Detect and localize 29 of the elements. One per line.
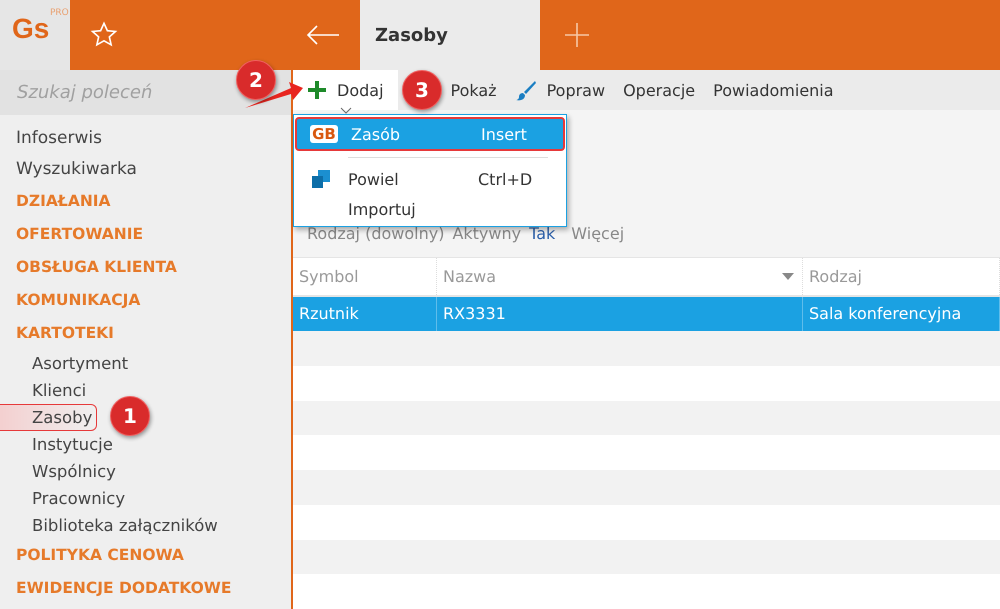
tab[interactable]: Zasoby: [360, 0, 540, 70]
plus-icon: [307, 80, 327, 100]
sidebar-item[interactable]: Instytucje: [0, 431, 113, 458]
filter-value[interactable]: Tak: [529, 224, 556, 242]
copy-icon: [311, 169, 331, 189]
sidebar-item[interactable]: Asortyment: [0, 350, 128, 377]
sidebar-item[interactable]: Klienci: [0, 377, 86, 404]
toolbar-button[interactable]: Operacje: [614, 70, 704, 110]
sidebar-item[interactable]: Wyszukiwarka: [0, 154, 137, 185]
toolbar-button[interactable]: Powiadomienia: [704, 70, 843, 110]
sidebar-item[interactable]: Pracownicy: [0, 485, 126, 512]
sort-icon: [782, 272, 794, 280]
resource-icon: GB: [310, 125, 338, 143]
caret-icon: [340, 107, 352, 114]
sidebar-item[interactable]: Wspólnicy: [0, 458, 116, 485]
sidebar-item[interactable]: Infoserwis: [0, 123, 102, 154]
sidebar-item[interactable]: Biblioteka załączników: [0, 512, 218, 539]
menu-item[interactable]: Powiel Ctrl+D: [294, 164, 566, 194]
star-icon[interactable]: [90, 21, 118, 49]
app-logo: Gs: [12, 13, 50, 45]
sidebar-item[interactable]: Zasoby: [0, 404, 98, 431]
menu-item[interactable]: Importuj: [294, 194, 566, 224]
toolbar-button[interactable]: Pokaż: [442, 70, 506, 110]
menu-item[interactable]: GB Zasób Insert: [295, 117, 565, 151]
toolbar-button[interactable]: Popraw: [506, 70, 614, 110]
logo-superscript: PRO: [50, 8, 69, 18]
add-tab-icon[interactable]: [564, 22, 590, 48]
back-arrow-icon[interactable]: [306, 25, 340, 45]
brush-icon: [514, 79, 537, 101]
